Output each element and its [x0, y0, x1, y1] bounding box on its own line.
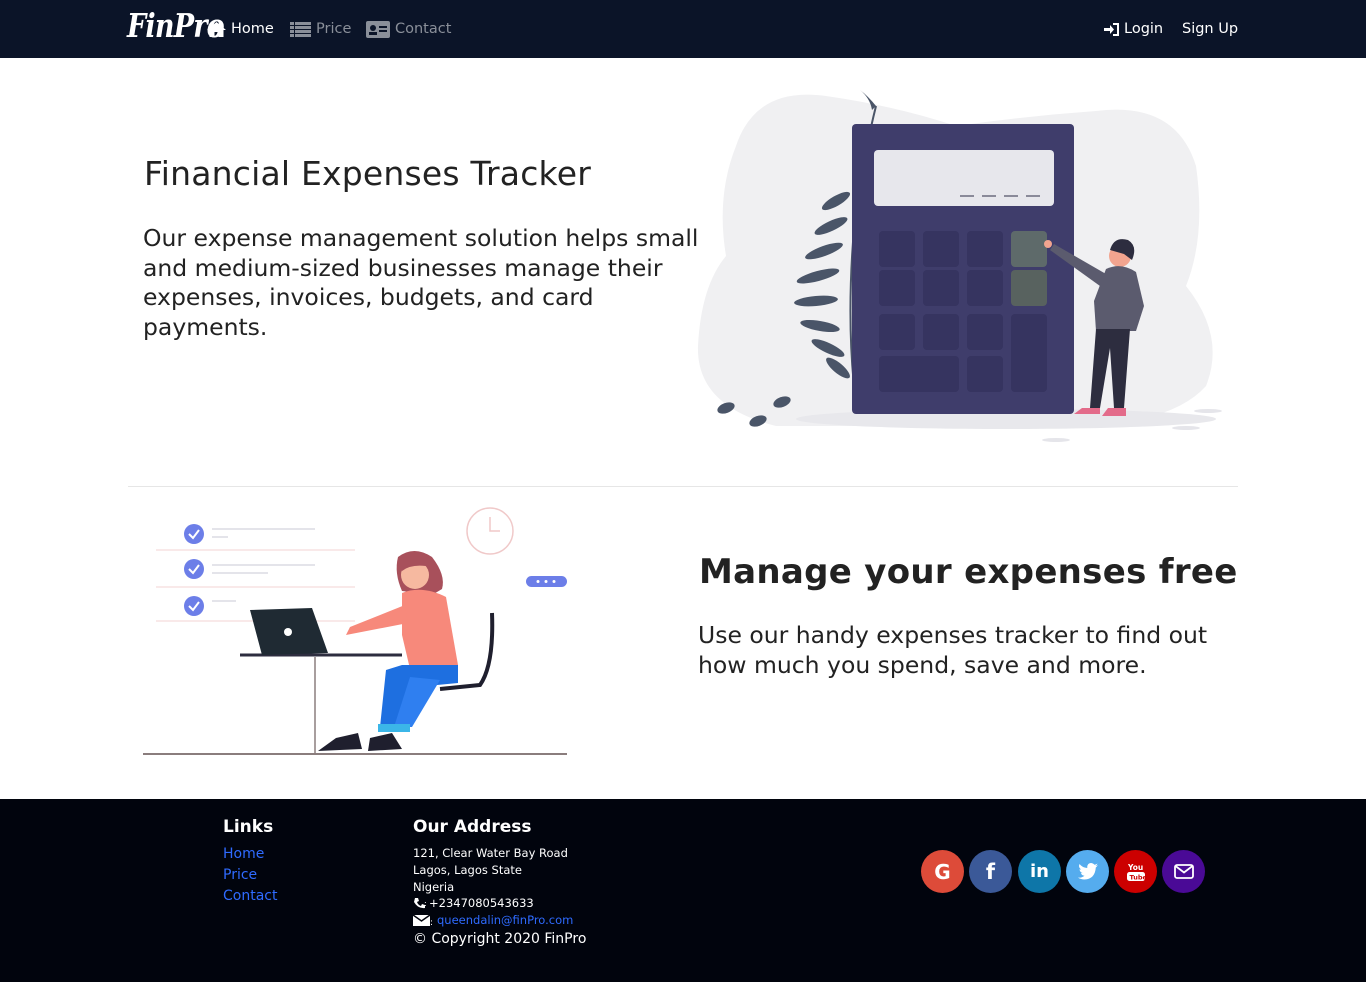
- phone-icon: :: [414, 898, 427, 909]
- youtube-icon: YouTube: [1126, 863, 1146, 881]
- footer-links-heading: Links: [223, 817, 274, 837]
- google-button[interactable]: G: [921, 850, 964, 893]
- nav-price[interactable]: Price: [290, 18, 351, 40]
- nav-price-label: Price: [316, 21, 352, 37]
- address-line: 121, Clear Water Bay Road: [413, 846, 568, 860]
- hero-title: Financial Expenses Tracker: [144, 154, 591, 193]
- navbar: FinPro Home Price Contact Login Sign Up: [0, 0, 1366, 58]
- footer-link-price[interactable]: Price: [223, 867, 257, 883]
- twitter-icon: [1077, 863, 1098, 880]
- address-line: Nigeria: [413, 880, 455, 894]
- nav-home[interactable]: Home: [207, 18, 274, 40]
- login-link[interactable]: Login: [1104, 18, 1163, 40]
- phone-line: : +2347080543633: [413, 896, 534, 910]
- address-line: Lagos, Lagos State: [413, 863, 522, 877]
- email-button[interactable]: [1162, 850, 1205, 893]
- home-icon: [207, 21, 226, 37]
- google-icon: G: [934, 859, 951, 884]
- copyright: © Copyright 2020 FinPro: [413, 931, 587, 947]
- footer-link-home[interactable]: Home: [223, 846, 264, 862]
- svg-text::: :: [430, 918, 433, 927]
- nav-contact-label: Contact: [395, 21, 452, 37]
- twitter-button[interactable]: [1066, 850, 1109, 893]
- section-divider: [128, 486, 1238, 487]
- linkedin-icon: in: [1030, 861, 1049, 882]
- phone-number: +2347080543633: [429, 896, 534, 910]
- envelope-icon: [1173, 864, 1194, 879]
- email-link[interactable]: queendalin@finPro.com: [437, 913, 573, 927]
- email-line: : queendalin@finPro.com: [413, 913, 573, 927]
- hero-description: Our expense management solution helps sm…: [143, 224, 699, 341]
- footer-address-heading: Our Address: [413, 817, 532, 837]
- working-woman-illustration: [143, 507, 567, 755]
- section2-title: Manage your expenses free: [699, 552, 1238, 592]
- nav-contact[interactable]: Contact: [366, 18, 451, 40]
- signup-label: Sign Up: [1182, 21, 1239, 37]
- footer-link-contact[interactable]: Contact: [223, 888, 277, 904]
- youtube-button[interactable]: You Tube: [1114, 850, 1157, 893]
- contact-card-icon: [366, 20, 390, 38]
- svg-text:You: You: [1127, 863, 1143, 872]
- footer: [0, 799, 1366, 982]
- envelope-icon: :: [413, 913, 433, 927]
- signup-link[interactable]: Sign Up: [1182, 18, 1238, 40]
- calculator-illustration: [697, 90, 1222, 442]
- facebook-icon: f: [985, 859, 996, 884]
- section2-description: Use our handy expenses tracker to find o…: [698, 621, 1208, 679]
- linkedin-button[interactable]: in: [1018, 850, 1061, 893]
- nav-home-label: Home: [231, 21, 274, 37]
- list-icon: [290, 21, 311, 37]
- sign-in-icon: [1104, 22, 1119, 36]
- login-label: Login: [1124, 21, 1164, 37]
- facebook-button[interactable]: f: [969, 850, 1012, 893]
- svg-text:Tube: Tube: [1129, 873, 1146, 881]
- svg-text::: :: [424, 899, 427, 908]
